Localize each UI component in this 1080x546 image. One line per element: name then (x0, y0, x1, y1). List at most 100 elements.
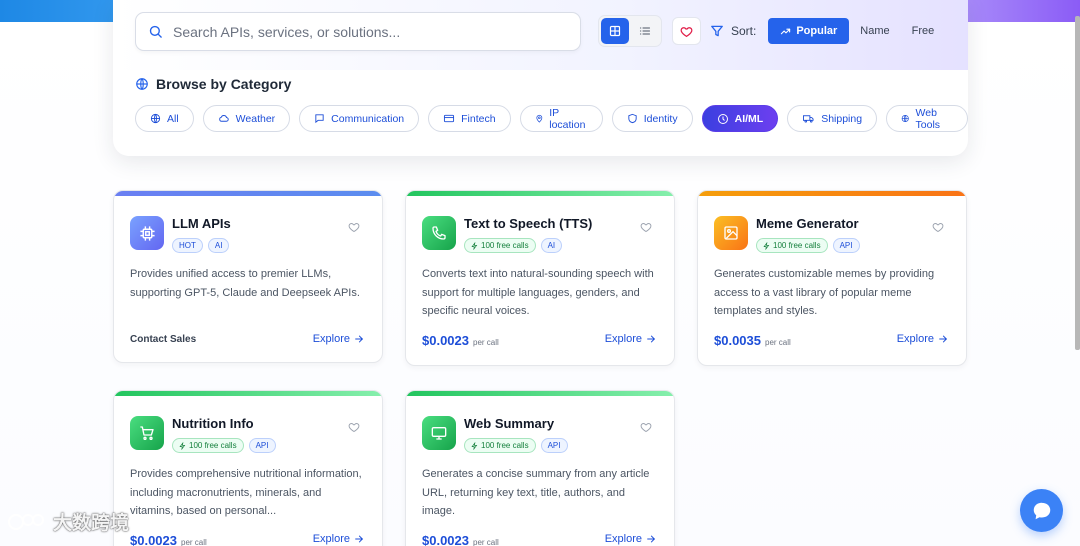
api-card-meme[interactable]: Meme Generator 100 free calls API Genera… (697, 190, 967, 366)
explore-link[interactable]: Explore (605, 333, 656, 345)
category-label: Shipping (821, 112, 863, 125)
phone-icon (432, 226, 446, 240)
favorite-button[interactable] (932, 220, 944, 238)
list-view-button[interactable] (631, 18, 659, 44)
category-label: Weather (235, 112, 276, 125)
card-icon-box (422, 416, 456, 450)
free-calls-badge: 100 free calls (172, 438, 244, 453)
badge-label: 100 free calls (773, 241, 821, 250)
sort-free-button[interactable]: Free (901, 18, 946, 44)
card-badges: 100 free calls API (464, 438, 568, 453)
explore-link[interactable]: Explore (313, 533, 364, 545)
category-ai-ml[interactable]: AI/ML (701, 105, 779, 132)
scrollbar-thumb[interactable] (1075, 16, 1080, 350)
card-title: Text to Speech (TTS) (464, 216, 593, 231)
monitor-icon (431, 427, 447, 440)
card-accent (114, 391, 382, 396)
api-card-nutrition[interactable]: Nutrition Info 100 free calls API Provid… (113, 390, 383, 546)
credit-card-icon (444, 114, 455, 123)
category-all[interactable]: All (135, 105, 194, 132)
favorite-button[interactable] (640, 220, 652, 238)
category-web-tools[interactable]: Web Tools (886, 105, 968, 132)
card-description: Generates customizable memes by providin… (714, 268, 935, 317)
card-badges: 100 free calls API (172, 438, 276, 453)
favorite-button[interactable] (348, 220, 360, 238)
card-price: $0.0023 per call (422, 533, 499, 546)
sort-name-button[interactable]: Name (849, 18, 900, 44)
favorite-button[interactable] (348, 420, 360, 438)
api-card-llm[interactable]: LLM APIs HOT AI Provides unified access … (113, 190, 383, 363)
search-input[interactable] (173, 23, 553, 40)
heart-icon (348, 222, 360, 233)
card-price: $0.0023 per call (130, 533, 207, 546)
card-price: $0.0023 per call (422, 333, 499, 348)
heart-icon (348, 422, 360, 433)
price-amount: $0.0023 (422, 533, 469, 546)
sort-free-label: Free (911, 25, 935, 37)
card-accent (406, 391, 674, 396)
card-title: Nutrition Info (172, 416, 254, 431)
card-badges: HOT AI (172, 238, 230, 253)
explore-link[interactable]: Explore (313, 333, 364, 345)
filter-icon (711, 25, 723, 37)
watermark-text: 大数跨境 (53, 512, 130, 534)
api-card-tts[interactable]: Text to Speech (TTS) 100 free calls AI C… (405, 190, 675, 366)
explore-label: Explore (312, 533, 350, 545)
search-box[interactable] (135, 12, 581, 51)
price-unit: per call (181, 538, 207, 546)
heart-icon (680, 26, 693, 37)
card-icon-box (422, 216, 456, 250)
favorites-filter-button[interactable] (672, 17, 701, 45)
category-fintech[interactable]: Fintech (428, 105, 511, 132)
chat-button[interactable] (1020, 489, 1063, 532)
explore-label: Explore (604, 333, 642, 345)
trending-up-icon (781, 28, 791, 34)
bolt-icon (179, 441, 186, 450)
type-badge: API (540, 438, 568, 453)
explore-label: Explore (312, 333, 350, 345)
contact-sales-link[interactable]: Contact Sales (130, 334, 196, 345)
chat-bubble-icon (1033, 502, 1050, 519)
category-shipping[interactable]: Shipping (787, 105, 878, 132)
filter-panel: Sort: Popular Name Free Browse by Catego… (113, 0, 968, 156)
globe-icon (150, 113, 161, 124)
type-badge: API (248, 438, 276, 453)
category-ip-location[interactable]: IP location (519, 105, 603, 132)
cloud-icon (218, 115, 229, 122)
grid-view-button[interactable] (601, 18, 629, 44)
category-communication[interactable]: Communication (299, 105, 420, 132)
category-identity[interactable]: Identity (611, 105, 693, 132)
card-description: Provides unified access to premier LLMs,… (130, 268, 360, 299)
explore-link[interactable]: Explore (897, 333, 948, 345)
globe-icon (901, 114, 909, 123)
arrow-right-icon (647, 535, 656, 543)
cpu-icon (139, 225, 155, 241)
bolt-icon (763, 241, 770, 250)
browse-title: Browse by Category (156, 76, 292, 92)
hot-badge: HOT (172, 238, 203, 253)
sort-options: Popular Name Free (768, 18, 945, 44)
explore-link[interactable]: Explore (605, 533, 656, 545)
cart-icon (140, 426, 154, 440)
category-chips: All Weather Communication Fintech IP loc… (135, 105, 968, 132)
price-amount: $0.0023 (130, 533, 177, 546)
truck-icon (803, 115, 814, 123)
sort-popular-label: Popular (796, 25, 838, 37)
heart-icon (640, 422, 652, 433)
favorite-button[interactable] (640, 420, 652, 438)
category-label: Fintech (461, 112, 496, 125)
category-label: AI/ML (734, 112, 764, 125)
sort-popular-button[interactable]: Popular (768, 18, 850, 44)
type-badge: AI (207, 238, 230, 253)
card-accent (114, 191, 382, 196)
category-weather[interactable]: Weather (202, 105, 291, 132)
card-icon-box (714, 216, 748, 250)
shield-icon (628, 113, 637, 124)
api-card-web-summary[interactable]: Web Summary 100 free calls API Generates… (405, 390, 675, 546)
card-description: Generates a concise summary from any art… (422, 468, 650, 517)
card-description: Converts text into natural-sounding spee… (422, 268, 654, 317)
price-unit: per call (765, 338, 791, 347)
badge-label: 100 free calls (189, 441, 237, 450)
list-icon (639, 27, 651, 35)
free-calls-badge: 100 free calls (756, 238, 828, 253)
